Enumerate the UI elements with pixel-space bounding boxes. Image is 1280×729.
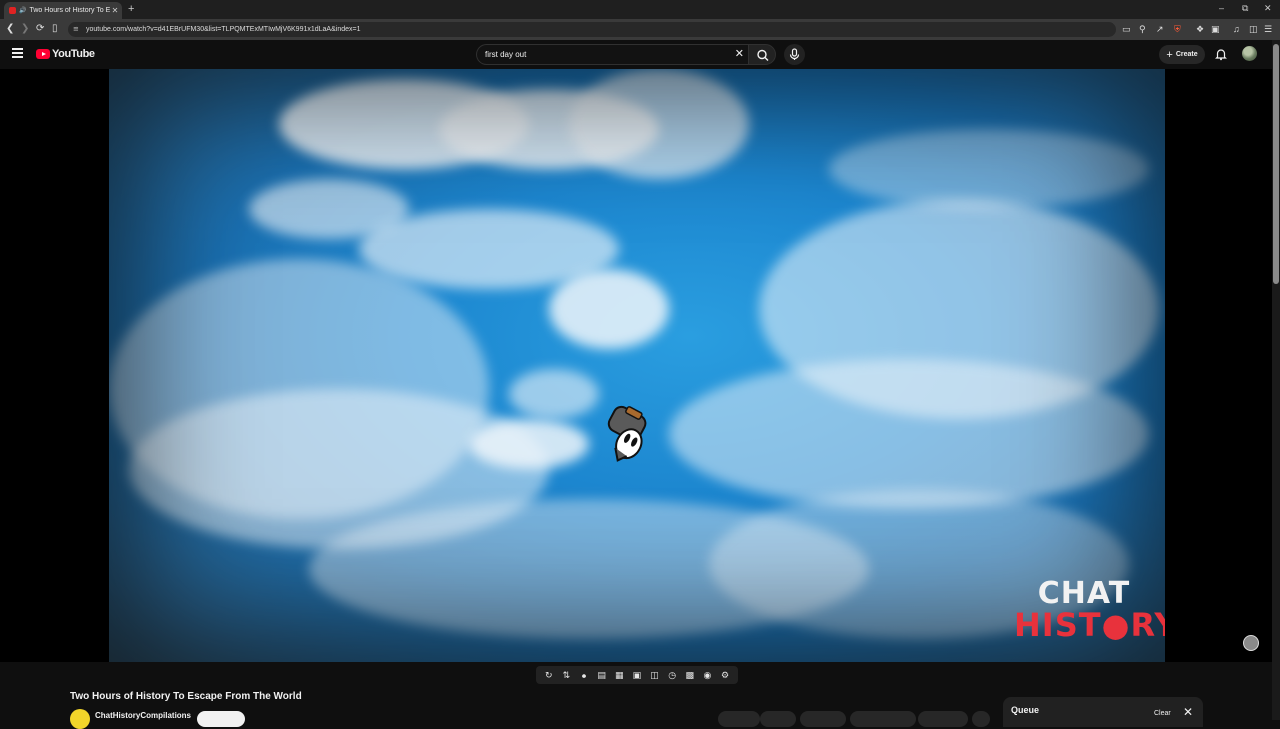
url-text: youtube.com/watch?v=d41EBrUFM30&list=TLP… [86,26,361,33]
sidebar-icon[interactable]: ◫ [1249,23,1258,35]
thanks-button[interactable] [918,711,968,727]
address-bar[interactable]: ≌ youtube.com/watch?v=d41EBrUFM30&list=T… [68,22,1116,37]
brave-shield-icon[interactable]: ⛨ [1174,23,1181,35]
youtube-header: YouTube ✕ + Create [0,40,1280,69]
browser-tab-strip: 🔊 Two Hours of History To Escape ✕ + – ⧉… [0,0,1280,19]
resize-icon[interactable]: ▣ [631,669,643,681]
loop-icon[interactable]: ↻ [543,669,555,681]
queue-clear-button[interactable]: Clear [1154,710,1171,717]
microphone-icon [789,48,800,60]
watermark-line-1: CHAT [1037,576,1131,611]
queue-close-icon[interactable]: ✕ [1183,706,1193,718]
account-avatar[interactable] [1242,46,1257,61]
speaker-icon[interactable]: 🔊 [19,7,26,14]
create-button[interactable]: + Create [1159,45,1205,64]
queue-title: Queue [1011,705,1040,715]
channel-name[interactable]: ChatHistoryCompilations [95,711,191,720]
download-button[interactable] [850,711,916,727]
bell-icon [1215,49,1227,61]
restore-icon[interactable]: ⧉ [1242,3,1248,14]
extensions-icon[interactable]: ❖ [1196,23,1204,35]
more-actions-button[interactable] [972,711,990,727]
browser-menu-icon[interactable]: ☰ [1264,23,1272,35]
new-tab-button[interactable]: + [128,3,134,15]
create-label: Create [1175,51,1198,58]
browser-tab[interactable]: 🔊 Two Hours of History To Escape ✕ [4,2,122,19]
channel-avatar[interactable] [70,709,90,729]
browser-toolbar: ❮ ❯ ⟳ ▯ ≌ youtube.com/watch?v=d41EBrUFM3… [0,19,1280,40]
scrollbar-thumb[interactable] [1273,44,1279,284]
comments-button[interactable] [760,711,796,727]
media-controls-icon[interactable]: ♫ [1233,23,1240,35]
settings-gear-icon[interactable]: ⚙ [719,669,731,681]
sort-icon[interactable]: ⇅ [560,669,572,681]
voice-search-button[interactable] [784,44,805,65]
player-extension-toolbar: ↻ ⇅ ⦁ ▤ ▦ ▣ ◫ ◷ ▩ ◉ ⚙ [536,666,738,684]
zoom-icon[interactable]: ⚲ [1139,23,1146,35]
bookmark-icon[interactable]: ▯ [52,23,58,35]
video-title: Two Hours of History To Escape From The … [70,691,302,702]
subscribe-button[interactable] [197,711,245,727]
tab-title: Two Hours of History To Escape [29,7,110,14]
youtube-favicon-icon [9,7,16,14]
forward-icon[interactable]: ❯ [21,23,29,35]
plus-icon: + [1166,48,1173,61]
speed-icon[interactable]: ◷ [666,669,678,681]
search-button[interactable] [748,44,776,65]
back-icon[interactable]: ❮ [6,23,14,35]
playlist-icon[interactable]: ▤ [596,669,608,681]
notifications-button[interactable] [1214,47,1228,61]
wallet-icon[interactable]: ▣ [1211,23,1220,35]
clear-search-icon[interactable]: ✕ [735,48,744,61]
cast-icon[interactable]: ▭ [1122,23,1131,35]
video-player[interactable]: CHAT HIST●RY [0,69,1272,662]
youtube-logo[interactable]: YouTube [36,48,95,60]
watermark-line-2: HIST●RY [1014,606,1165,644]
queue-panel: Queue Clear ✕ [1003,697,1203,727]
site-info-icon[interactable]: ≌ [73,22,79,37]
picture-in-picture-icon[interactable]: ▩ [684,669,696,681]
cartoon-character [607,405,647,462]
like-button[interactable] [718,711,760,727]
window-close-icon[interactable]: ✕ [1264,3,1272,14]
search-icon [757,49,769,61]
window-icon[interactable]: ◫ [649,669,661,681]
minimize-icon[interactable]: – [1219,3,1224,13]
channel-watermark: CHAT HIST●RY [1014,576,1165,644]
page-scrollbar[interactable] [1272,40,1280,720]
youtube-logo-text: YouTube [52,48,95,60]
share-page-icon[interactable]: ↗ [1156,23,1164,35]
youtube-play-logo-icon [36,49,50,59]
share-button[interactable] [800,711,846,727]
floating-extension-icon[interactable] [1243,635,1259,651]
screenshot-icon[interactable]: ◉ [701,669,713,681]
tab-close-icon[interactable]: ✕ [110,6,120,15]
hamburger-menu-icon[interactable] [12,48,23,58]
reload-icon[interactable]: ⟳ [36,23,44,35]
search-box: ✕ [476,44,748,65]
audio-icon[interactable]: ⦁ [578,669,590,681]
film-icon[interactable]: ▦ [613,669,625,681]
search-input[interactable] [485,48,715,61]
video-frame[interactable]: CHAT HIST●RY [109,69,1165,662]
